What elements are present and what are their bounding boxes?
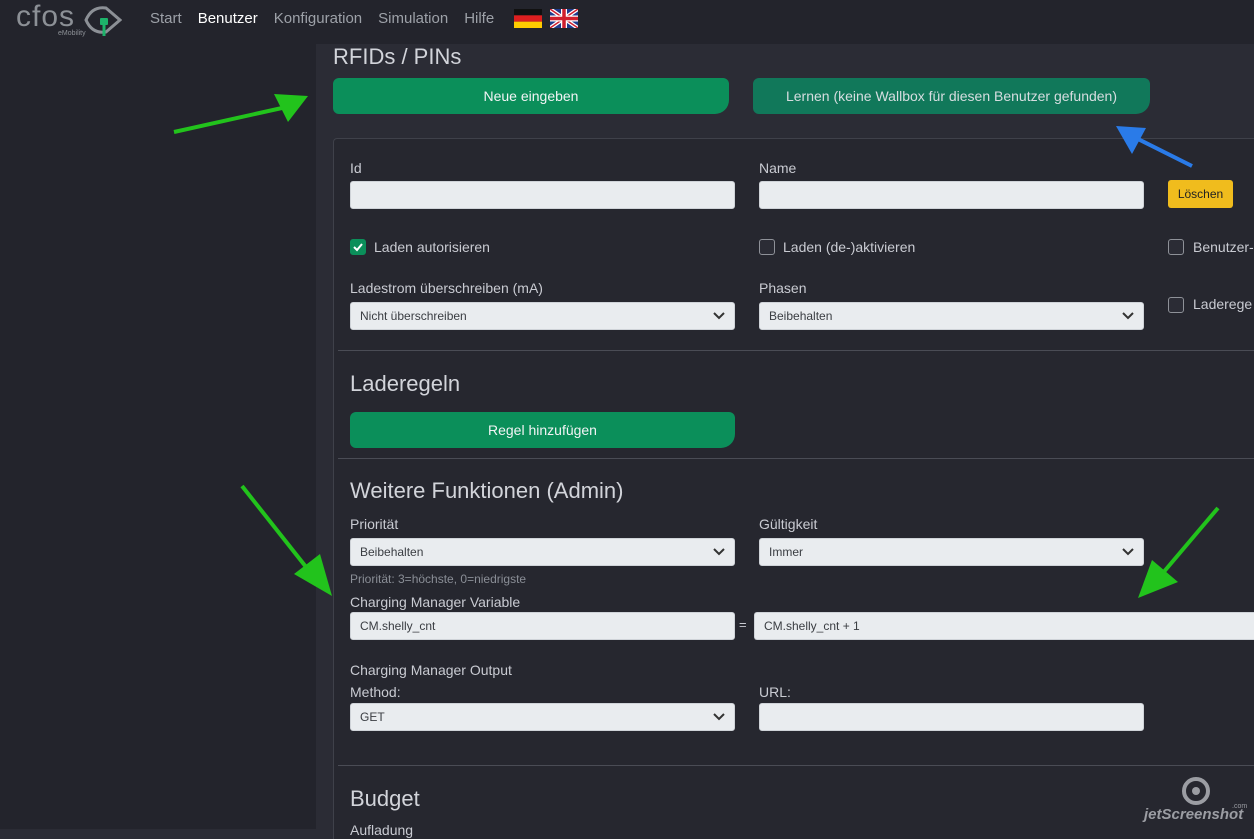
- url-input[interactable]: [759, 703, 1144, 731]
- charge-authorize-checkbox[interactable]: [350, 239, 366, 255]
- cm-variable-name-input[interactable]: CM.shelly_cnt: [350, 612, 735, 640]
- chevron-down-icon: [713, 713, 725, 721]
- watermark-text: jetScreenshot: [1144, 806, 1244, 823]
- cfos-logo[interactable]: cfos eMobility: [16, 0, 126, 40]
- phases-value: Beibehalten: [769, 309, 833, 323]
- method-value: GET: [360, 710, 385, 724]
- logo-text: cfos: [16, 0, 76, 33]
- add-rule-button[interactable]: Regel hinzufügen: [350, 412, 735, 448]
- current-override-value: Nicht überschreiben: [360, 309, 467, 323]
- flag-de-icon[interactable]: [514, 9, 542, 28]
- url-label: URL:: [759, 684, 791, 700]
- validity-label: Gültigkeit: [759, 516, 818, 532]
- name-label: Name: [759, 160, 797, 176]
- budget-sub-label: Aufladung: [350, 822, 414, 838]
- current-override-select[interactable]: Nicht überschreiben: [350, 302, 735, 330]
- method-label: Method:: [350, 684, 401, 700]
- name-input[interactable]: [759, 181, 1144, 209]
- delete-button[interactable]: Löschen: [1168, 180, 1233, 208]
- id-label: Id: [350, 160, 362, 176]
- watermark: jetScreenshot .com: [1144, 776, 1254, 826]
- charge-toggle-label: Laden (de-)aktivieren: [783, 239, 916, 255]
- plug-icon: [84, 6, 122, 36]
- validity-select[interactable]: Immer: [759, 538, 1144, 566]
- sidebar: [0, 44, 316, 829]
- equals-sign: =: [739, 617, 747, 632]
- id-input[interactable]: [350, 181, 735, 209]
- current-override-label: Ladestrom überschreiben (mA): [350, 280, 543, 296]
- divider: [338, 350, 1254, 351]
- main-nav: Start Benutzer Konfiguration Simulation …: [150, 10, 494, 27]
- priority-select[interactable]: Beibehalten: [350, 538, 735, 566]
- new-entry-button[interactable]: Neue eingeben: [333, 78, 729, 114]
- cm-variable-label: Charging Manager Variable: [350, 594, 521, 610]
- chevron-down-icon: [713, 548, 725, 556]
- learn-button[interactable]: Lernen (keine Wallbox für diesen Benutze…: [753, 78, 1150, 114]
- cm-output-label: Charging Manager Output: [350, 662, 512, 678]
- divider: [338, 458, 1254, 459]
- rules-checkbox-label: Laderege: [1193, 296, 1253, 312]
- user-checkbox[interactable]: [1168, 239, 1184, 255]
- phases-select[interactable]: Beibehalten: [759, 302, 1144, 330]
- nav-simulation[interactable]: Simulation: [378, 10, 448, 27]
- page-title: RFIDs / PINs: [333, 44, 462, 69]
- nav-konfiguration[interactable]: Konfiguration: [274, 10, 362, 27]
- divider: [338, 765, 1254, 766]
- nav-start[interactable]: Start: [150, 10, 182, 27]
- nav-hilfe[interactable]: Hilfe: [464, 10, 494, 27]
- charge-authorize-label: Laden autorisieren: [374, 239, 490, 255]
- priority-value: Beibehalten: [360, 545, 424, 559]
- charge-toggle-checkbox[interactable]: [759, 239, 775, 255]
- eye-logo-icon: [1182, 777, 1210, 805]
- budget-section-title: Budget: [350, 786, 420, 811]
- cm-variable-expression-input[interactable]: CM.shelly_cnt + 1: [754, 612, 1254, 640]
- phases-label: Phasen: [759, 280, 807, 296]
- method-select[interactable]: GET: [350, 703, 735, 731]
- watermark-com: .com: [1232, 803, 1248, 810]
- rules-checkbox[interactable]: [1168, 297, 1184, 313]
- admin-section-title: Weitere Funktionen (Admin): [350, 478, 624, 503]
- user-checkbox-label: Benutzer-: [1193, 239, 1254, 255]
- checkmark-icon: [353, 243, 363, 252]
- chevron-down-icon: [1122, 548, 1134, 556]
- rules-section-title: Laderegeln: [350, 371, 461, 396]
- priority-label: Priorität: [350, 516, 399, 532]
- validity-value: Immer: [769, 545, 803, 559]
- chevron-down-icon: [713, 312, 725, 320]
- chevron-down-icon: [1122, 312, 1134, 320]
- nav-benutzer[interactable]: Benutzer: [198, 10, 258, 27]
- flag-uk-icon[interactable]: [550, 9, 578, 28]
- priority-hint: Priorität: 3=höchste, 0=niedrigste: [350, 572, 527, 586]
